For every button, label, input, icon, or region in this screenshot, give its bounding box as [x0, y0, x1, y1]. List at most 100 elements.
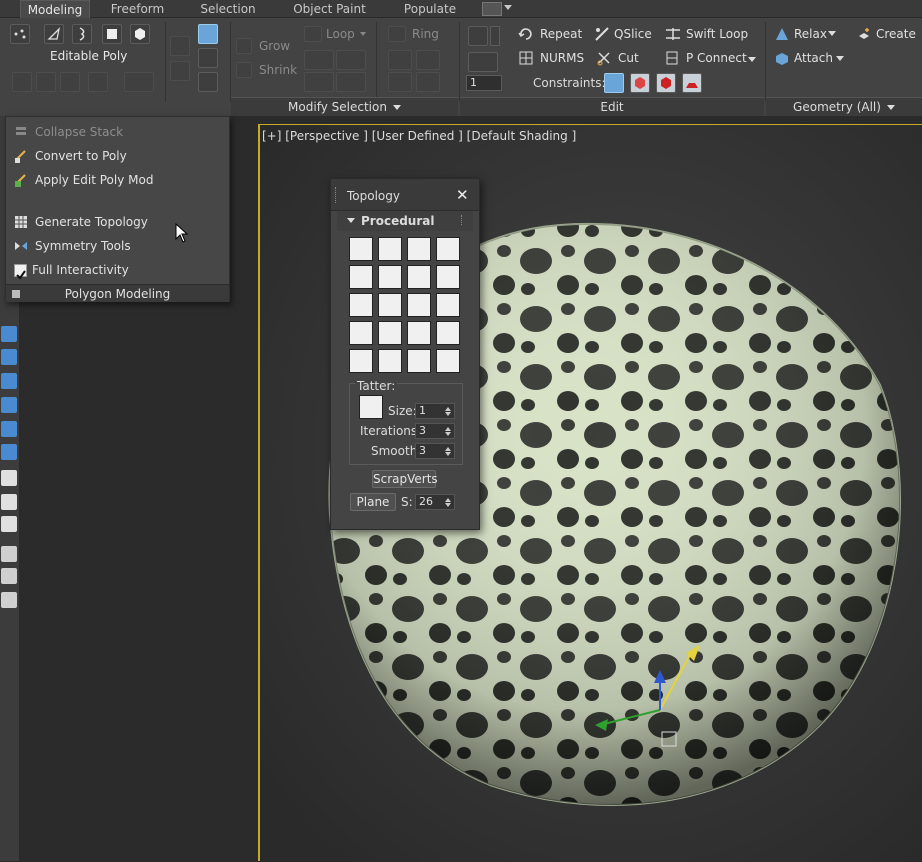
pattern-voronoi-icon[interactable]	[407, 321, 431, 345]
ribbon-options-icon[interactable]	[482, 2, 502, 16]
pin-icon[interactable]	[12, 290, 20, 298]
menu-item-convert-to-poly[interactable]: Convert to Poly	[13, 145, 127, 167]
pattern-diagonal-icon[interactable]	[407, 265, 431, 289]
strip-icon-1[interactable]	[1, 326, 17, 342]
constraint-face-icon[interactable]	[656, 73, 676, 93]
pattern-block-icon[interactable]	[436, 293, 460, 317]
pattern-grid-icon[interactable]	[349, 265, 373, 289]
close-icon[interactable]: ✕	[456, 186, 469, 204]
preserve-uvs-icon[interactable]	[468, 26, 488, 46]
pattern-tiles-icon[interactable]	[349, 349, 373, 373]
swift-loop-button[interactable]: Swift Loop	[686, 24, 748, 44]
strip-icon-8[interactable]	[1, 494, 17, 510]
constraint-none-icon[interactable]	[604, 73, 624, 93]
strip-icon-3[interactable]	[1, 373, 17, 389]
scrapverts-button[interactable]: ScrapVerts	[372, 470, 438, 488]
shrink-loop-icon	[336, 50, 366, 70]
tab-selection[interactable]: Selection	[188, 0, 268, 18]
s-spinner[interactable]: 26	[415, 494, 455, 510]
procedural-section-header[interactable]: Procedural	[337, 211, 473, 231]
pattern-maze-icon[interactable]	[436, 321, 460, 345]
funnel-icon[interactable]	[1, 568, 17, 584]
use-nurms-subdiv-icon[interactable]	[198, 24, 218, 44]
menu-item-generate-topology[interactable]: Generate Topology	[13, 211, 148, 233]
subdivision-spinner[interactable]: 1	[466, 75, 502, 91]
constraint-edge-icon[interactable]	[630, 73, 650, 93]
qslice-button[interactable]: QSlice	[614, 24, 652, 44]
plane-button[interactable]: Plane	[350, 493, 396, 511]
shrink-button[interactable]: Shrink	[259, 60, 297, 80]
loop-button[interactable]: Loop	[326, 24, 355, 44]
pattern-brick-2-icon[interactable]	[378, 237, 402, 261]
mouse-cursor-icon	[175, 222, 189, 246]
nurms-button[interactable]: NURMS	[540, 48, 584, 68]
pattern-brick-icon[interactable]	[349, 237, 373, 261]
clipboard-icon[interactable]	[1, 592, 17, 608]
pattern-step-icon[interactable]	[378, 321, 402, 345]
smooth-spinner[interactable]: 3	[415, 443, 455, 459]
pattern-mesh-icon[interactable]	[407, 293, 431, 317]
pattern-brick-3-icon[interactable]	[407, 237, 431, 261]
pattern-cells-icon[interactable]	[378, 293, 402, 317]
ribbon-separator	[376, 22, 377, 102]
relax-dropdown-icon[interactable]	[828, 31, 836, 36]
modifier-stack-icon-4	[88, 72, 108, 92]
pattern-lines-icon[interactable]	[407, 349, 431, 373]
menu-item-apply-edit-poly-mod[interactable]: Apply Edit Poly Mod	[13, 169, 153, 191]
pattern-bars-icon[interactable]	[436, 349, 460, 373]
cut-button[interactable]: Cut	[618, 48, 639, 68]
create-button[interactable]: Create	[876, 24, 916, 44]
strip-icon-6[interactable]	[1, 444, 17, 460]
p-connect-dropdown-icon[interactable]	[748, 57, 756, 62]
modify-selection-panel-label[interactable]: Modify Selection	[231, 97, 458, 116]
menu-item-symmetry-tools[interactable]: Symmetry Tools	[13, 235, 131, 257]
viewport-label[interactable]: [+] [Perspective ] [User Defined ] [Defa…	[262, 129, 576, 143]
border-mode-icon[interactable]	[72, 24, 92, 44]
iterations-spinner[interactable]: 3	[415, 423, 455, 439]
tatter-pattern-icon[interactable]	[359, 395, 383, 419]
pin-stack-icon[interactable]	[198, 48, 218, 68]
tab-freeform[interactable]: Freeform	[100, 0, 175, 18]
loop-dropdown-icon[interactable]	[360, 32, 366, 36]
p-connect-button[interactable]: P Connect	[686, 48, 747, 68]
pattern-random-icon[interactable]	[349, 293, 373, 317]
ribbon-separator	[165, 22, 166, 102]
filter-icon[interactable]	[1, 546, 17, 562]
size-spinner[interactable]: 1	[415, 403, 455, 419]
pattern-weave-icon[interactable]	[378, 349, 402, 373]
relax-button[interactable]: Relax	[794, 24, 827, 44]
strip-icon-2[interactable]	[1, 349, 17, 365]
grow-button[interactable]: Grow	[259, 36, 290, 56]
constraints-label: Constraints:	[533, 76, 606, 90]
element-mode-icon[interactable]	[130, 24, 150, 44]
constraint-normal-icon[interactable]	[682, 73, 702, 93]
attach-button[interactable]: Attach	[794, 48, 833, 68]
tab-modeling[interactable]: Modeling	[20, 0, 90, 18]
polygon-mode-icon[interactable]	[102, 24, 122, 44]
repeat-button[interactable]: Repeat	[540, 24, 582, 44]
edge-mode-icon[interactable]	[44, 24, 64, 44]
strip-icon-5[interactable]	[1, 421, 17, 437]
preserve-uvs-dropdown-icon[interactable]	[490, 26, 500, 46]
pattern-cross-icon[interactable]	[436, 265, 460, 289]
pattern-circles-icon[interactable]	[436, 237, 460, 261]
tab-object-paint[interactable]: Object Paint	[282, 0, 377, 18]
strip-icon-9[interactable]	[1, 516, 17, 532]
vertex-mode-icon[interactable]	[10, 24, 30, 44]
menu-item-full-interactivity[interactable]: Full Interactivity	[13, 259, 129, 281]
drag-handle-icon[interactable]	[335, 187, 338, 203]
collapse-arrow-icon[interactable]	[347, 218, 355, 223]
tweak-icon[interactable]	[468, 52, 498, 72]
topology-panel-header[interactable]: Topology ✕	[331, 179, 479, 211]
attach-dropdown-icon[interactable]	[836, 56, 844, 61]
strip-icon-7[interactable]	[1, 470, 17, 486]
ribbon-options-arrow-icon[interactable]	[504, 5, 512, 10]
geometry-panel-label[interactable]: Geometry (All)	[766, 97, 922, 116]
pattern-curve-icon[interactable]	[349, 321, 373, 345]
checkbox-checked-icon[interactable]	[14, 264, 27, 280]
ring-button[interactable]: Ring	[412, 24, 439, 44]
tools-icon[interactable]	[198, 72, 218, 92]
pattern-offset-icon[interactable]	[378, 265, 402, 289]
strip-icon-4[interactable]	[1, 397, 17, 413]
tab-populate[interactable]: Populate	[395, 0, 465, 18]
